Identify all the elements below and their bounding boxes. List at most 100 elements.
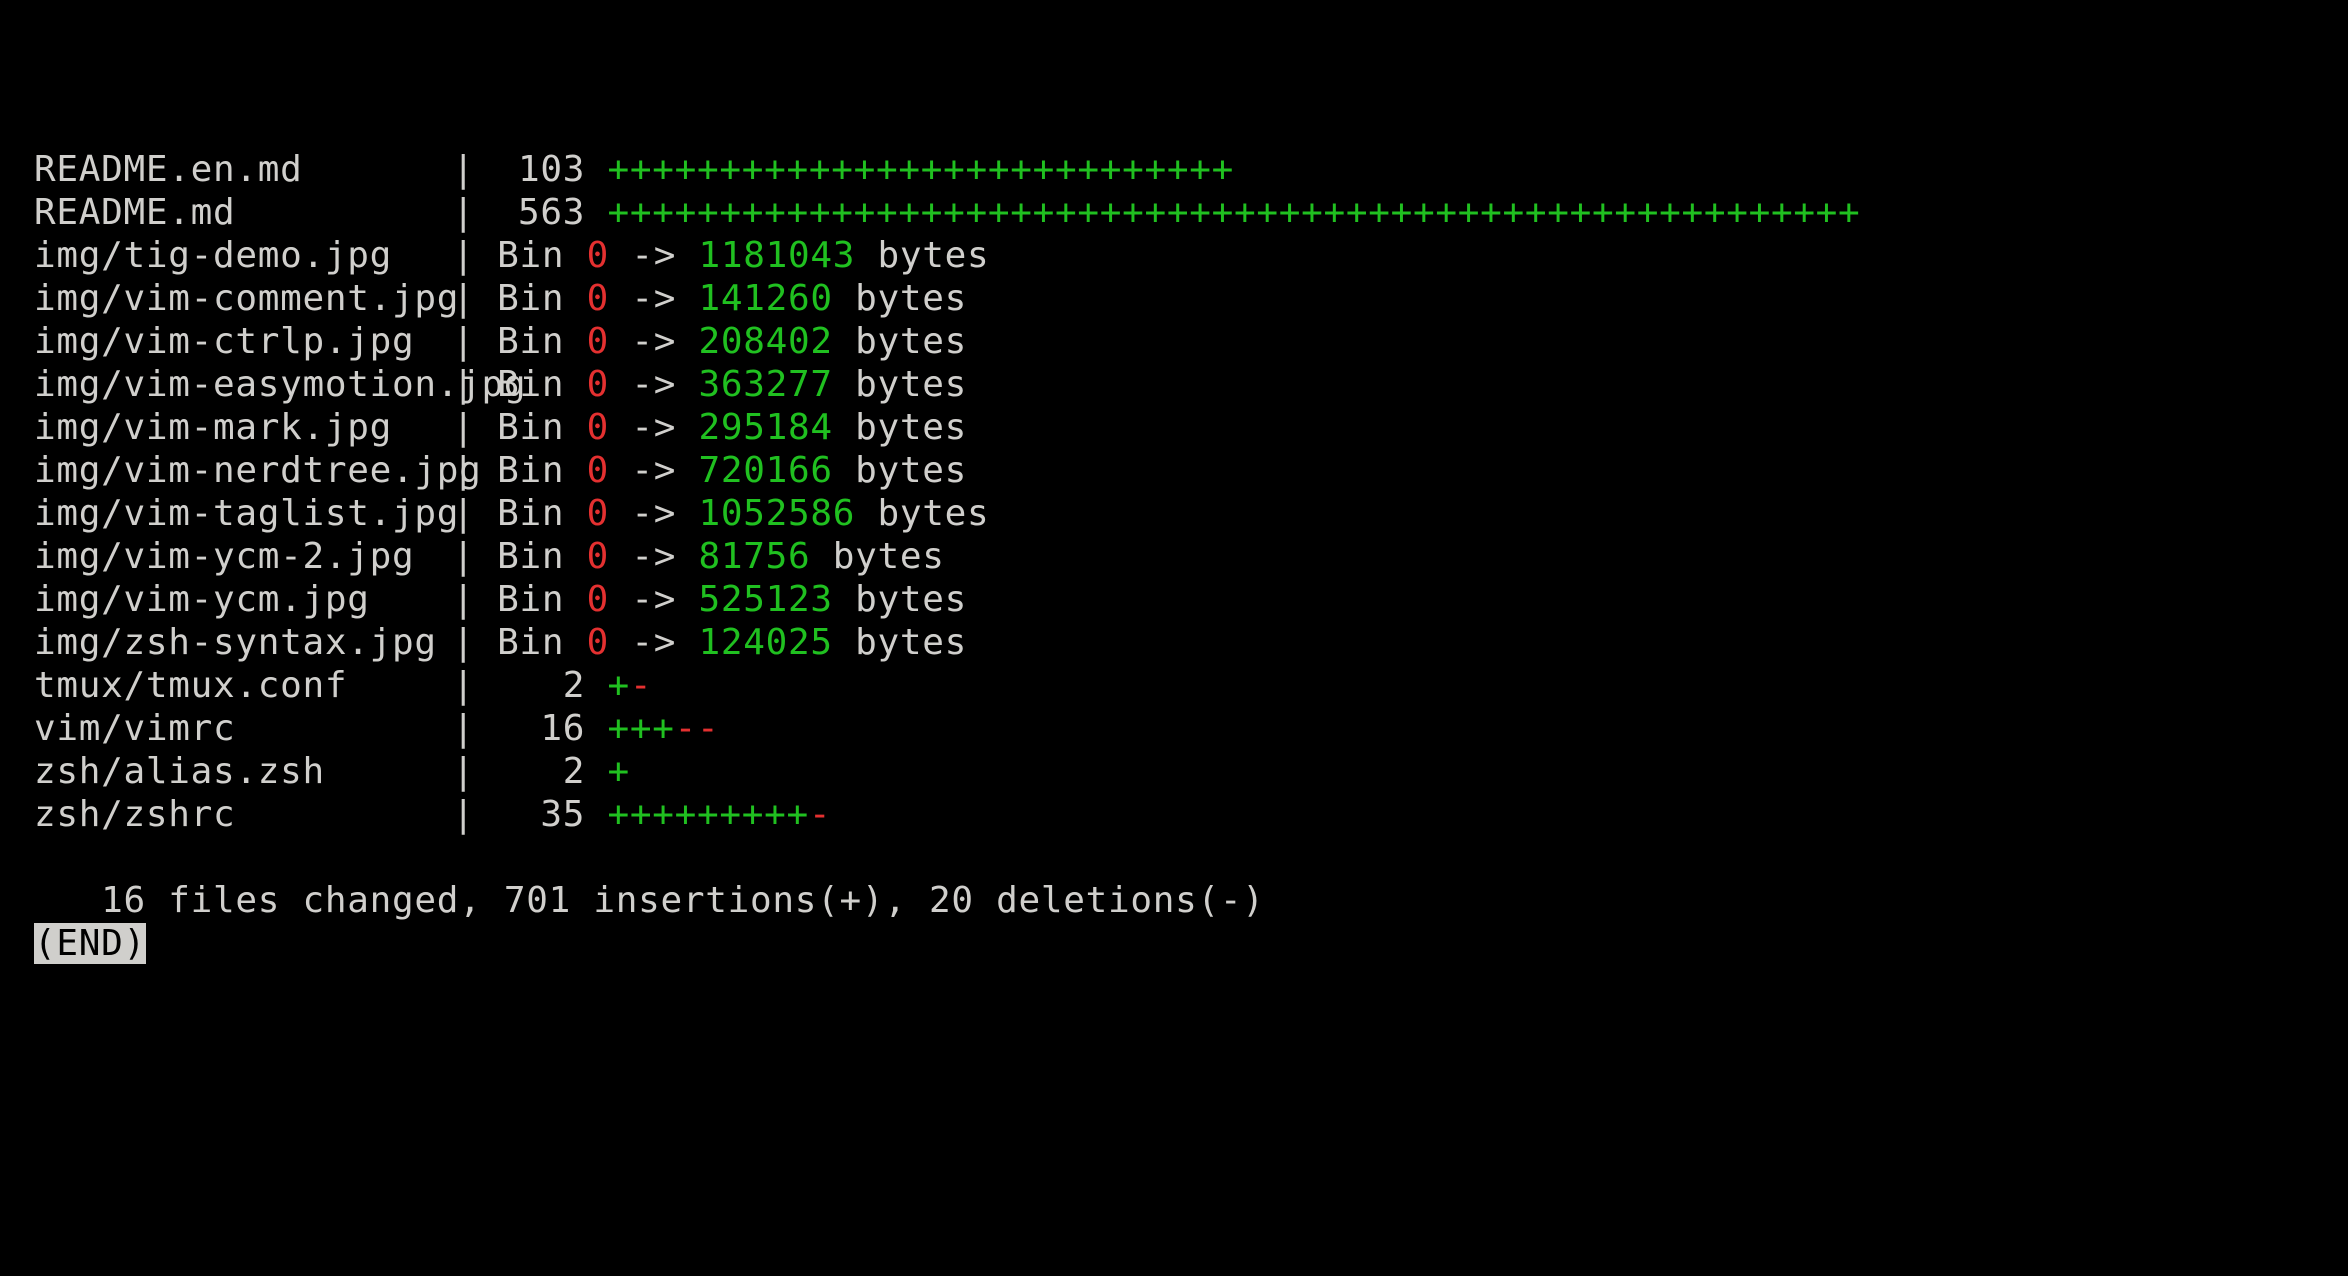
filename: zsh/alias.zsh xyxy=(34,750,430,793)
diffstat-row: img/vim-taglist.jpg | Bin 0 -> 1052586 b… xyxy=(34,492,2348,535)
binary-to-size: 1052586 xyxy=(699,493,856,534)
deletions-bar: - xyxy=(809,794,831,835)
filename: tmux/tmux.conf xyxy=(34,664,430,707)
binary-from-size: 0 xyxy=(587,321,609,362)
arrow: -> xyxy=(609,450,699,491)
binary-to-size: 208402 xyxy=(699,321,833,362)
change-count: 2 xyxy=(497,664,585,707)
bytes-word: bytes xyxy=(855,235,989,276)
bytes-word: bytes xyxy=(833,364,967,405)
arrow: -> xyxy=(609,235,699,276)
separator-pipe: | xyxy=(452,321,474,362)
diffstat-row: img/vim-nerdtree.jpg | Bin 0 -> 720166 b… xyxy=(34,449,2348,492)
diffstat-row: README.en.md | 103 +++++++++++++++++++++… xyxy=(34,148,2348,191)
insertions-bar: ++++++++++++++++++++++++++++ xyxy=(608,149,1234,190)
summary-line: 16 files changed, 701 insertions(+), 20 … xyxy=(79,880,1265,921)
bytes-word: bytes xyxy=(833,579,967,620)
filename: img/vim-ycm.jpg xyxy=(34,578,430,621)
change-count: 103 xyxy=(497,148,585,191)
bytes-word: bytes xyxy=(810,536,944,577)
filename: README.en.md xyxy=(34,148,430,191)
bytes-word: bytes xyxy=(833,450,967,491)
separator-pipe: | xyxy=(452,665,474,706)
binary-from-size: 0 xyxy=(587,622,609,663)
diffstat-row: zsh/zshrc | 35 +++++++++- xyxy=(34,793,2348,836)
binary-to-size: 81756 xyxy=(699,536,811,577)
insertions-bar: + xyxy=(608,751,630,792)
diffstat-row: README.md | 563 ++++++++++++++++++++++++… xyxy=(34,191,2348,234)
separator-pipe: | xyxy=(452,364,474,405)
diffstat-row: img/vim-ctrlp.jpg | Bin 0 -> 208402 byte… xyxy=(34,320,2348,363)
diffstat-row: img/tig-demo.jpg | Bin 0 -> 1181043 byte… xyxy=(34,234,2348,277)
arrow: -> xyxy=(609,579,699,620)
filename: img/vim-mark.jpg xyxy=(34,406,430,449)
binary-label: Bin xyxy=(497,622,587,663)
insertions-bar: ++++++++++++++++++++++++++++++++++++++++… xyxy=(608,192,1861,233)
filename: README.md xyxy=(34,191,430,234)
filename: img/vim-comment.jpg xyxy=(34,277,430,320)
bytes-word: bytes xyxy=(855,493,989,534)
arrow: -> xyxy=(609,364,699,405)
binary-label: Bin xyxy=(497,278,587,319)
binary-from-size: 0 xyxy=(587,278,609,319)
diffstat-row: img/vim-ycm-2.jpg | Bin 0 -> 81756 bytes xyxy=(34,535,2348,578)
binary-to-size: 295184 xyxy=(699,407,833,448)
filename: img/zsh-syntax.jpg xyxy=(34,621,430,664)
arrow: -> xyxy=(609,278,699,319)
deletions-bar: -- xyxy=(675,708,720,749)
separator-pipe: | xyxy=(452,192,474,233)
binary-label: Bin xyxy=(497,536,587,577)
binary-from-size: 0 xyxy=(587,235,609,276)
binary-label: Bin xyxy=(497,579,587,620)
binary-label: Bin xyxy=(497,450,587,491)
diffstat-list: README.en.md | 103 +++++++++++++++++++++… xyxy=(34,148,2348,836)
deletions-bar: - xyxy=(630,665,652,706)
binary-from-size: 0 xyxy=(587,579,609,620)
binary-to-size: 124025 xyxy=(699,622,833,663)
filename: img/vim-ycm-2.jpg xyxy=(34,535,430,578)
binary-label: Bin xyxy=(497,364,587,405)
diffstat-row: img/vim-easymotion.jpg | Bin 0 -> 363277… xyxy=(34,363,2348,406)
binary-label: Bin xyxy=(497,493,587,534)
filename: img/vim-taglist.jpg xyxy=(34,492,430,535)
arrow: -> xyxy=(609,536,699,577)
separator-pipe: | xyxy=(452,536,474,577)
binary-from-size: 0 xyxy=(587,450,609,491)
change-count: 2 xyxy=(497,750,585,793)
binary-to-size: 1181043 xyxy=(699,235,856,276)
change-count: 35 xyxy=(497,793,585,836)
diffstat-row: tmux/tmux.conf | 2 +- xyxy=(34,664,2348,707)
binary-to-size: 720166 xyxy=(699,450,833,491)
pager-end-marker[interactable]: (END) xyxy=(34,923,146,964)
bytes-word: bytes xyxy=(833,407,967,448)
separator-pipe: | xyxy=(452,149,474,190)
separator-pipe: | xyxy=(452,235,474,276)
binary-to-size: 363277 xyxy=(699,364,833,405)
separator-pipe: | xyxy=(452,622,474,663)
change-count: 16 xyxy=(497,707,585,750)
diffstat-row: img/zsh-syntax.jpg | Bin 0 -> 124025 byt… xyxy=(34,621,2348,664)
insertions-bar: +++++++++ xyxy=(608,794,809,835)
insertions-bar: + xyxy=(608,665,630,706)
filename: img/vim-nerdtree.jpg xyxy=(34,449,430,492)
binary-to-size: 141260 xyxy=(699,278,833,319)
filename: zsh/zshrc xyxy=(34,793,430,836)
binary-label: Bin xyxy=(497,235,587,276)
diffstat-row: img/vim-comment.jpg | Bin 0 -> 141260 by… xyxy=(34,277,2348,320)
filename: vim/vimrc xyxy=(34,707,430,750)
diffstat-row: img/vim-ycm.jpg | Bin 0 -> 525123 bytes xyxy=(34,578,2348,621)
separator-pipe: | xyxy=(452,450,474,491)
binary-from-size: 0 xyxy=(587,364,609,405)
separator-pipe: | xyxy=(452,278,474,319)
separator-pipe: | xyxy=(452,708,474,749)
diffstat-row: zsh/alias.zsh | 2 + xyxy=(34,750,2348,793)
binary-label: Bin xyxy=(497,321,587,362)
binary-to-size: 525123 xyxy=(699,579,833,620)
binary-from-size: 0 xyxy=(587,536,609,577)
separator-pipe: | xyxy=(452,579,474,620)
bytes-word: bytes xyxy=(833,622,967,663)
binary-from-size: 0 xyxy=(587,493,609,534)
arrow: -> xyxy=(609,622,699,663)
separator-pipe: | xyxy=(452,751,474,792)
binary-label: Bin xyxy=(497,407,587,448)
